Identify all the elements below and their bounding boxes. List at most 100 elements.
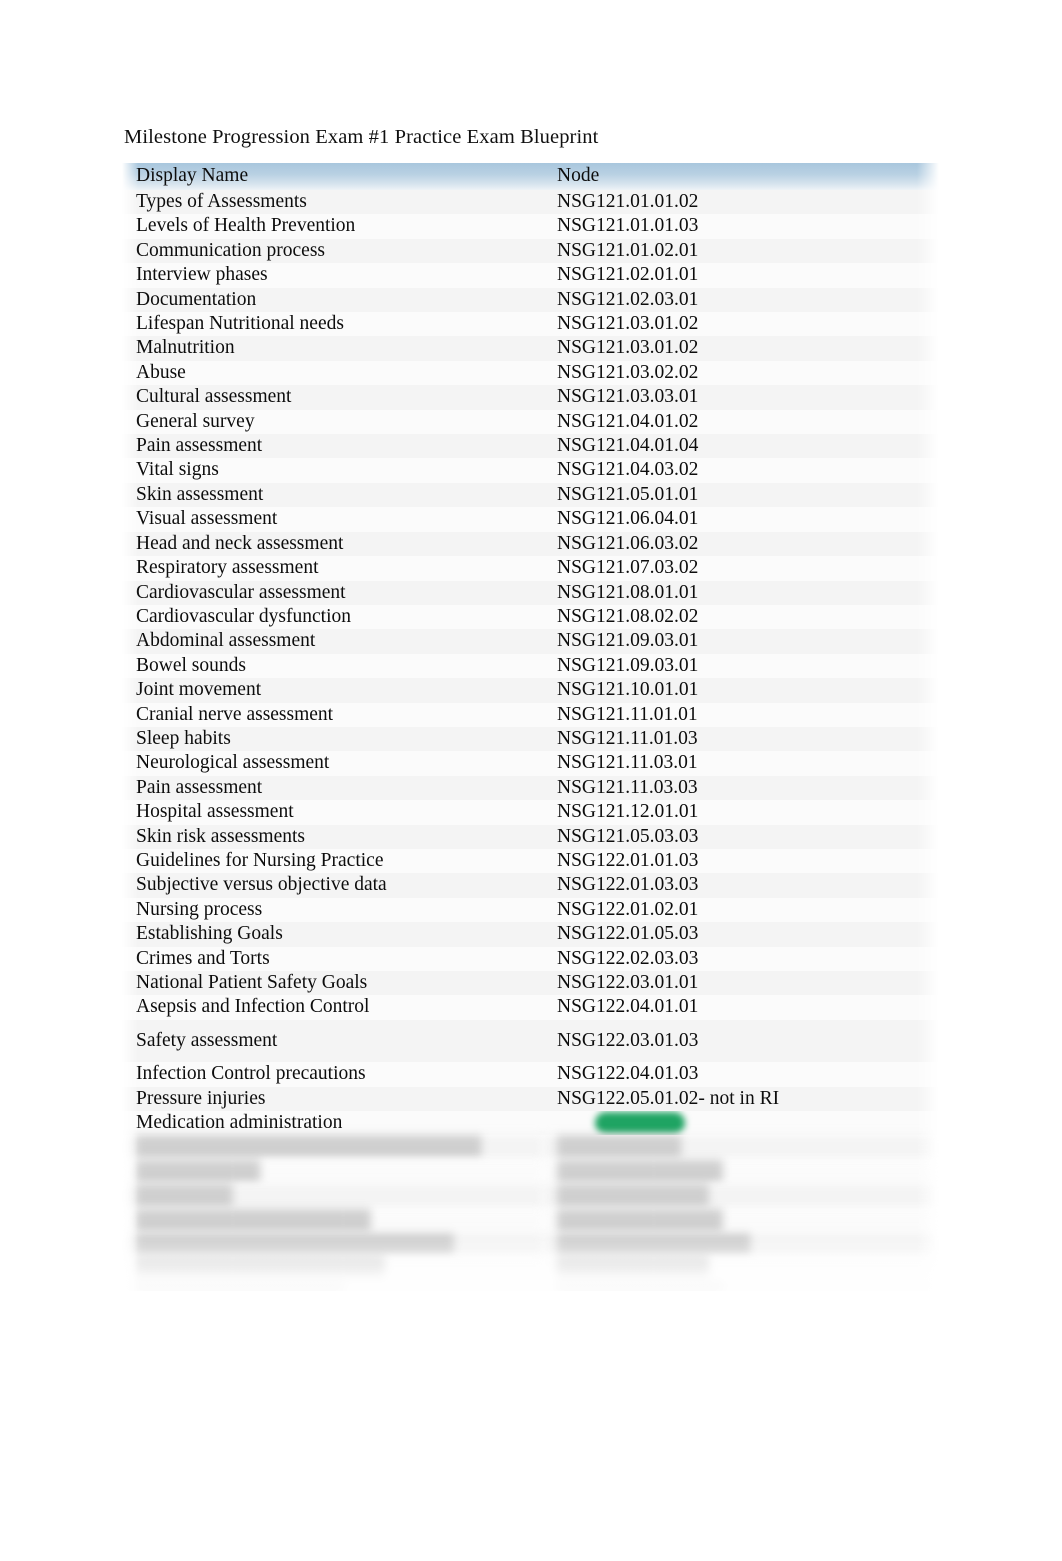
cell-node: NSG121.05.03.03 [543, 824, 939, 849]
table-row: Malnutrition NSG121.03.01.02 [122, 336, 939, 361]
table-row: Nursing process NSG122.01.02.01 [122, 897, 939, 923]
cell-node: NSG121.04.01.04 [543, 434, 939, 459]
cell-display-name: Abuse [122, 360, 543, 386]
table-row: Cardiovascular dysfunction NSG121.08.02.0… [122, 604, 939, 630]
cell-node: NSG122.03.01.03 [543, 1019, 939, 1063]
cell-node: NSG121.09.03.01 [543, 629, 939, 654]
cell-node: ████████████ [543, 1281, 939, 1291]
table-row: Joint movement NSG121.10.01.01 [122, 678, 939, 703]
cell-display-name: Respiratory assessment [122, 556, 543, 581]
blueprint-table-container: Display Name Node Types of Assessments NS… [122, 163, 939, 1291]
table-row: Cranial nerve assessment NSG121.11.01.01 [122, 702, 939, 727]
table-row: Skin assessment NSG121.05.01.01 [122, 482, 939, 508]
cell-display-name: Interview phases [122, 263, 543, 288]
table-row: Asepsis and Infection Control NSG122.04.0… [122, 995, 939, 1020]
cell-node: NSG122.01.03.03 [543, 873, 939, 898]
table-row: Pain assessment NSG121.11.03.03 [122, 775, 939, 801]
cell-node: NSG121.03.01.02 [543, 336, 939, 361]
table-row: ███████████████████████████ [122, 1281, 939, 1291]
cell-display-name: Establishing Goals [122, 922, 543, 947]
cell-display-name: Levels of Health Prevention [122, 214, 543, 239]
cell-display-name: Pressure injuries [122, 1086, 543, 1112]
cell-node: NSG122.04.01.03 [543, 1062, 939, 1087]
blueprint-table: Display Name Node Types of Assessments NS… [122, 163, 939, 1291]
cell-node: NSG121.10.01.01 [543, 678, 939, 703]
cell-node: NSG121.11.01.01 [543, 702, 939, 727]
table-row: Pressure injuries NSG122.05.01.02- not in… [122, 1086, 939, 1112]
cell-node: NSG121.07.03.02 [543, 556, 939, 581]
cell-display-name: Cultural assessment [122, 385, 543, 410]
cell-display-name: Infection Control precautions [122, 1062, 543, 1087]
table-row: Head and neck assessment NSG121.06.03.02 [122, 531, 939, 557]
cell-display-name: Guidelines for Nursing Practice [122, 848, 543, 874]
column-header-node: Node [543, 163, 939, 190]
cell-node: NSG122.01.05.03 [543, 922, 939, 947]
cell-node [543, 1111, 939, 1136]
table-row: Cardiovascular assessment NSG121.08.01.01 [122, 580, 939, 605]
cell-node: ████████████ [543, 1208, 939, 1234]
table-row: Abuse NSG121.03.02.02 [122, 360, 939, 386]
table-row: Lifespan Nutritional needs NSG121.03.01.0… [122, 312, 939, 337]
cell-node: NSG121.11.01.03 [543, 726, 939, 752]
cell-node: NSG122.04.01.01 [543, 995, 939, 1020]
cell-display-name: ███████ [122, 1184, 543, 1209]
cell-display-name: Crimes and Torts [122, 946, 543, 971]
cell-node: NSG121.04.03.02 [543, 458, 939, 483]
cell-display-name: Types of Assessments [122, 190, 543, 215]
table-row: Types of Assessments NSG121.01.01.02 [122, 190, 939, 215]
cell-display-name: Vital signs [122, 458, 543, 483]
cell-display-name: Subjective versus objective data [122, 873, 543, 898]
cell-display-name: Pain assessment [122, 434, 543, 459]
cell-display-name: ███████████████████████ [122, 1233, 543, 1258]
table-row: █████████████████████████ █████████ [122, 1135, 939, 1160]
table-row: Medication administration [122, 1111, 939, 1136]
table-row: Neurological assessment NSG121.11.03.01 [122, 751, 939, 776]
table-row: Cultural assessment NSG121.03.03.01 [122, 385, 939, 410]
cell-display-name: Safety assessment [122, 1019, 543, 1063]
cell-node: NSG122.05.01.02- not in RI [543, 1086, 939, 1112]
cell-node: NSG121.05.01.01 [543, 482, 939, 508]
table-row: Pain assessment NSG121.04.01.04 [122, 434, 939, 459]
cell-node: NSG121.03.03.01 [543, 385, 939, 410]
table-row: Sleep habits NSG121.11.01.03 [122, 726, 939, 752]
table-header-row: Display Name Node [122, 163, 939, 190]
cell-node: NSG121.02.01.01 [543, 263, 939, 288]
cell-display-name: Nursing process [122, 897, 543, 923]
cell-node: NSG121.03.02.02 [543, 360, 939, 386]
cell-display-name: Visual assessment [122, 507, 543, 532]
cell-display-name: Cranial nerve assessment [122, 702, 543, 727]
cell-display-name: Cardiovascular assessment [122, 580, 543, 605]
table-row: ███████ ███████████ [122, 1184, 939, 1209]
cell-display-name: Pain assessment [122, 775, 543, 801]
cell-node: NSG121.11.03.03 [543, 775, 939, 801]
cell-node: NSG122.01.01.03 [543, 848, 939, 874]
cell-display-name: Sleep habits [122, 726, 543, 752]
table-row: █████████████████████████████ [122, 1208, 939, 1234]
table-header: Display Name Node [122, 163, 939, 190]
cell-node: NSG122.02.03.03 [543, 946, 939, 971]
cell-display-name: Medication administration [122, 1111, 543, 1136]
table-row: Establishing Goals NSG122.01.05.03 [122, 922, 939, 947]
table-row: Guidelines for Nursing Practice NSG122.01… [122, 848, 939, 874]
cell-node: ██████████████ [543, 1233, 939, 1258]
cell-display-name: Joint movement [122, 678, 543, 703]
cell-display-name: Bowel sounds [122, 653, 543, 679]
table-row: Communication process NSG121.01.02.01 [122, 238, 939, 264]
cell-display-name: Hospital assessment [122, 800, 543, 825]
table-body: Types of Assessments NSG121.01.01.02 Level… [122, 190, 939, 1291]
cell-node: NSG121.01.01.02 [543, 190, 939, 215]
cell-node: NSG121.01.02.01 [543, 238, 939, 264]
cell-display-name: Skin assessment [122, 482, 543, 508]
cell-node: NSG121.11.03.01 [543, 751, 939, 776]
cell-node: NSG121.08.01.01 [543, 580, 939, 605]
table-row: Abdominal assessment NSG121.09.03.01 [122, 629, 939, 654]
table-row: Crimes and Torts NSG122.02.03.03 [122, 946, 939, 971]
cell-node: NSG121.08.02.02 [543, 604, 939, 630]
cell-node: █████████ [543, 1135, 939, 1160]
cell-display-name: ██████████████████ [122, 1257, 543, 1282]
table-row: Infection Control precautions NSG122.04.0… [122, 1062, 939, 1087]
cell-node: NSG121.06.04.01 [543, 507, 939, 532]
cell-display-name: Asepsis and Infection Control [122, 995, 543, 1020]
cell-node: NSG121.12.01.01 [543, 800, 939, 825]
page-title: Milestone Progression Exam #1 Practice E… [124, 126, 599, 148]
